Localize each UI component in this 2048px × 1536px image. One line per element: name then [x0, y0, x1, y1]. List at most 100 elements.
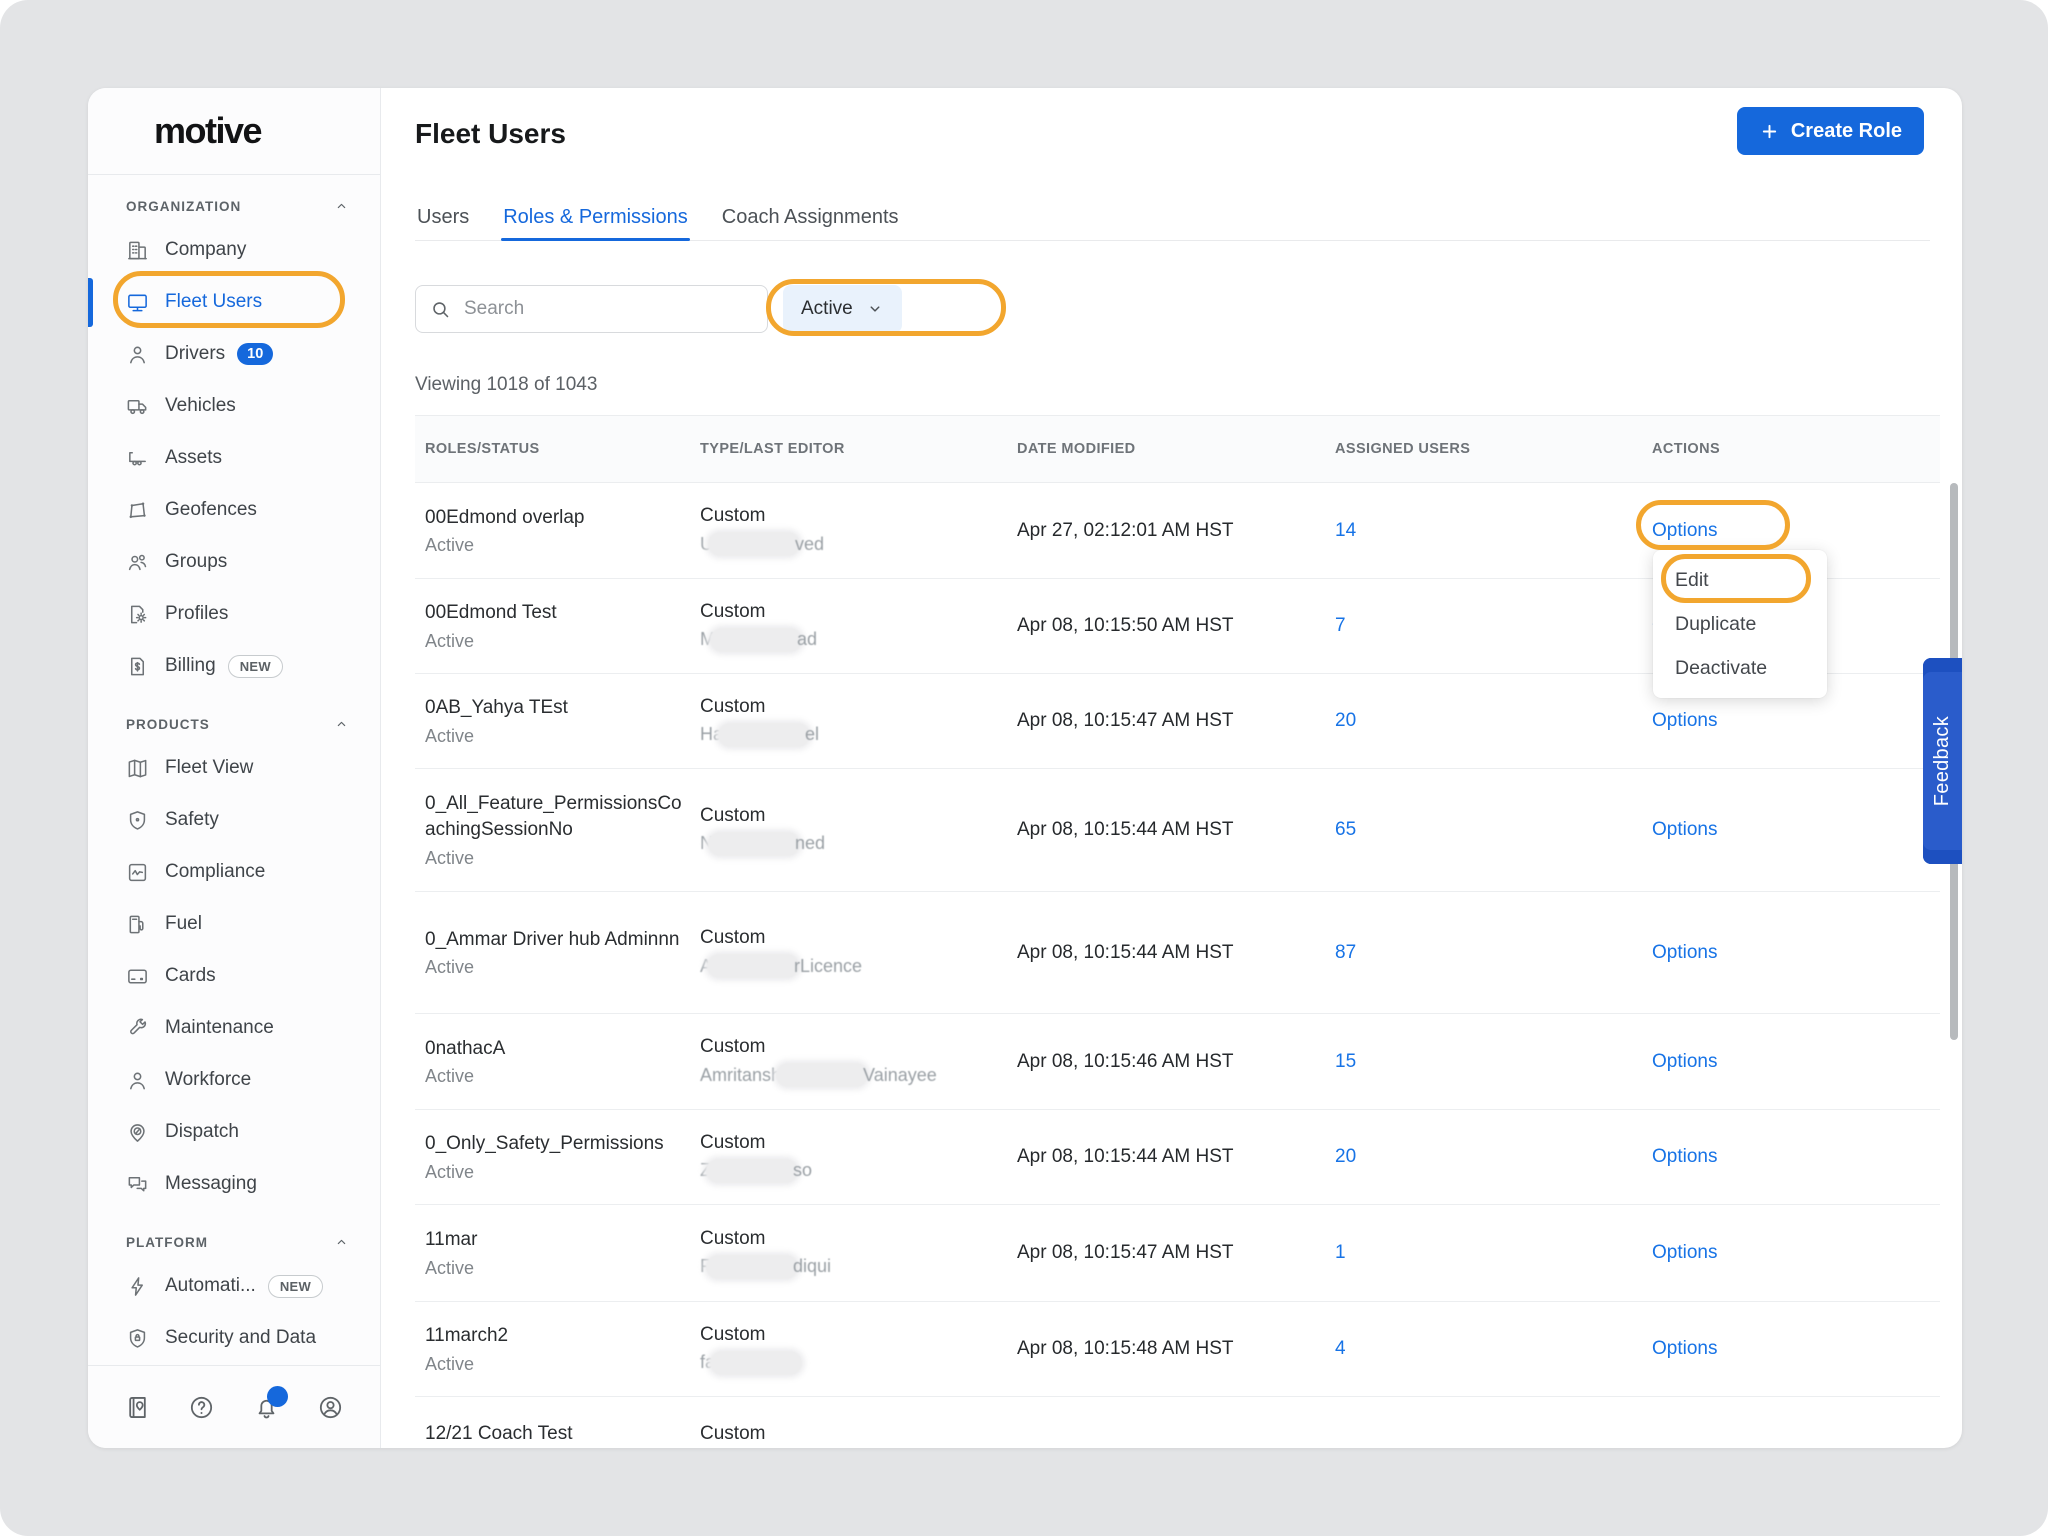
- sidebar-item-profiles[interactable]: Profiles: [88, 588, 380, 640]
- options-link[interactable]: Options: [1652, 1051, 1717, 1072]
- sidebar-item-compliance[interactable]: Compliance: [88, 846, 380, 898]
- assigned-users-link[interactable]: 20: [1335, 1146, 1356, 1167]
- sidebar-section-organization: ORGANIZATIONCompanyFleet UsersDrivers10V…: [88, 188, 380, 692]
- sidebar-item-label: Automati...: [165, 1275, 256, 1297]
- sidebar-item-messaging[interactable]: Messaging: [88, 1158, 380, 1210]
- options-context-menu: EditDuplicateDeactivate: [1653, 550, 1827, 698]
- table-row-4: 0_All_Feature_PermissionsCoachingSession…: [415, 769, 1940, 892]
- cell-actions: Options: [1652, 1338, 1940, 1360]
- cell-type: CustomHael: [700, 696, 1017, 747]
- assigned-users-link[interactable]: 14: [1335, 520, 1356, 541]
- role-type: Custom: [700, 1132, 1017, 1154]
- cell-actions: Options: [1652, 1242, 1940, 1264]
- assigned-users-link[interactable]: 20: [1335, 710, 1356, 731]
- section-header-products[interactable]: PRODUCTS: [88, 706, 380, 742]
- sidebar-item-maintenance[interactable]: Maintenance: [88, 1002, 380, 1054]
- app-window: motive ORGANIZATIONCompanyFleet UsersDri…: [88, 88, 1962, 1448]
- assigned-users-link[interactable]: 4: [1335, 1338, 1346, 1359]
- menu-item-duplicate[interactable]: Duplicate: [1653, 602, 1827, 646]
- tab-coach-assignments[interactable]: Coach Assignments: [720, 194, 901, 240]
- plus-icon: [1759, 121, 1780, 142]
- sidebar-item-fleet-users[interactable]: Fleet Users: [88, 276, 380, 328]
- cell-actions: Options: [1652, 942, 1940, 964]
- redaction-blur: [710, 1351, 802, 1375]
- role-type: Custom: [700, 1228, 1017, 1250]
- assigned-users-link[interactable]: 15: [1335, 1051, 1356, 1072]
- billing-icon: [126, 655, 149, 678]
- sidebar-item-company[interactable]: Company: [88, 224, 380, 276]
- trailer-icon: [126, 447, 149, 470]
- dispatch-pin-icon: [126, 1121, 149, 1144]
- sidebar-section-platform: PLATFORM Automati...NEWSecurity and Data: [88, 1224, 380, 1364]
- options-link[interactable]: Options: [1652, 819, 1717, 840]
- section-header-organization[interactable]: ORGANIZATION: [88, 188, 380, 224]
- feedback-tab[interactable]: Feedback: [1923, 658, 1962, 864]
- options-link[interactable]: Options: [1652, 710, 1717, 731]
- menu-item-edit[interactable]: Edit: [1653, 558, 1827, 602]
- assigned-users-link[interactable]: 7: [1335, 615, 1346, 636]
- sidebar-item-safety[interactable]: Safety: [88, 794, 380, 846]
- sidebar-item-label: Maintenance: [165, 1017, 274, 1039]
- sidebar-item-drivers[interactable]: Drivers10: [88, 328, 380, 380]
- assigned-users-link[interactable]: 87: [1335, 942, 1356, 963]
- options-link[interactable]: Options: [1652, 1338, 1717, 1359]
- role-name: 12/21 Coach Test: [425, 1421, 700, 1447]
- cell-type: CustomAmritanshVainayee: [700, 1036, 1017, 1087]
- sidebar-item-fleet-view[interactable]: Fleet View: [88, 742, 380, 794]
- tab-users[interactable]: Users: [415, 194, 471, 240]
- cell-assigned: 4: [1335, 1338, 1652, 1360]
- account-button[interactable]: [317, 1394, 344, 1421]
- sidebar-item-billing[interactable]: BillingNEW: [88, 640, 380, 692]
- count-badge: 10: [237, 343, 273, 365]
- sidebar-item-label: Dispatch: [165, 1121, 239, 1143]
- search-input[interactable]: [462, 297, 753, 321]
- options-link[interactable]: Options: [1652, 942, 1717, 963]
- sidebar-item-vehicles[interactable]: Vehicles: [88, 380, 380, 432]
- menu-item-deactivate[interactable]: Deactivate: [1653, 646, 1827, 690]
- cell-role: 00Edmond overlapActive: [425, 505, 700, 557]
- assigned-users-link[interactable]: 1: [1335, 1242, 1346, 1263]
- role-status: Active: [425, 1162, 700, 1183]
- sidebar-item-label: Profiles: [165, 603, 228, 625]
- person-icon: [126, 343, 149, 366]
- sidebar-item-fuel[interactable]: Fuel: [88, 898, 380, 950]
- sidebar-item-security-and-data[interactable]: Security and Data: [88, 1312, 380, 1364]
- status-filter-dropdown[interactable]: Active: [783, 285, 902, 333]
- options-link[interactable]: Options: [1652, 1242, 1717, 1263]
- sidebar-item-automati[interactable]: Automati...NEW: [88, 1260, 380, 1312]
- date-modified: Apr 08, 10:15:44 AM HST: [1017, 1146, 1335, 1168]
- new-badge: NEW: [228, 655, 283, 678]
- section-label: PLATFORM: [126, 1235, 208, 1250]
- sidebar-item-workforce[interactable]: Workforce: [88, 1054, 380, 1106]
- help-button[interactable]: [188, 1394, 215, 1421]
- last-editor-redacted: Nned: [700, 832, 1017, 856]
- table-row-5: 0_Ammar Driver hub AdminnnActiveCustomAr…: [415, 892, 1940, 1014]
- cell-role: 0AB_Yahya TEstActive: [425, 695, 700, 747]
- tab-roles-permissions[interactable]: Roles & Permissions: [501, 194, 690, 240]
- main-content: Fleet Users Create Role Users Roles & Pe…: [380, 88, 1962, 1448]
- guide-book-button[interactable]: [124, 1394, 151, 1421]
- sidebar-item-dispatch[interactable]: Dispatch: [88, 1106, 380, 1158]
- sidebar-item-geofences[interactable]: Geofences: [88, 484, 380, 536]
- wrench-icon: [126, 1017, 149, 1040]
- sidebar-item-cards[interactable]: Cards: [88, 950, 380, 1002]
- section-header-platform[interactable]: PLATFORM: [88, 1224, 380, 1260]
- sidebar-item-groups[interactable]: Groups: [88, 536, 380, 588]
- cell-type: Customfa: [700, 1324, 1017, 1375]
- options-link[interactable]: Options: [1652, 520, 1717, 541]
- cell-role: 0_Ammar Driver hub AdminnnActive: [425, 927, 700, 979]
- cell-type: CustomMad: [700, 601, 1017, 652]
- tab-bar: Users Roles & Permissions Coach Assignme…: [415, 194, 1930, 241]
- redaction-blur: [708, 532, 800, 556]
- create-role-button[interactable]: Create Role: [1737, 107, 1924, 155]
- options-link[interactable]: Options: [1652, 1146, 1717, 1167]
- cell-assigned: 65: [1335, 819, 1652, 841]
- chevron-up-icon: [333, 716, 350, 733]
- sidebar-item-assets[interactable]: Assets: [88, 432, 380, 484]
- cell-type: CustomUved: [700, 505, 1017, 556]
- notifications-button[interactable]: [253, 1394, 280, 1421]
- chevron-up-icon: [333, 198, 350, 215]
- assigned-users-link[interactable]: 65: [1335, 819, 1356, 840]
- redaction-blur: [707, 954, 799, 978]
- cell-assigned: 7: [1335, 615, 1652, 637]
